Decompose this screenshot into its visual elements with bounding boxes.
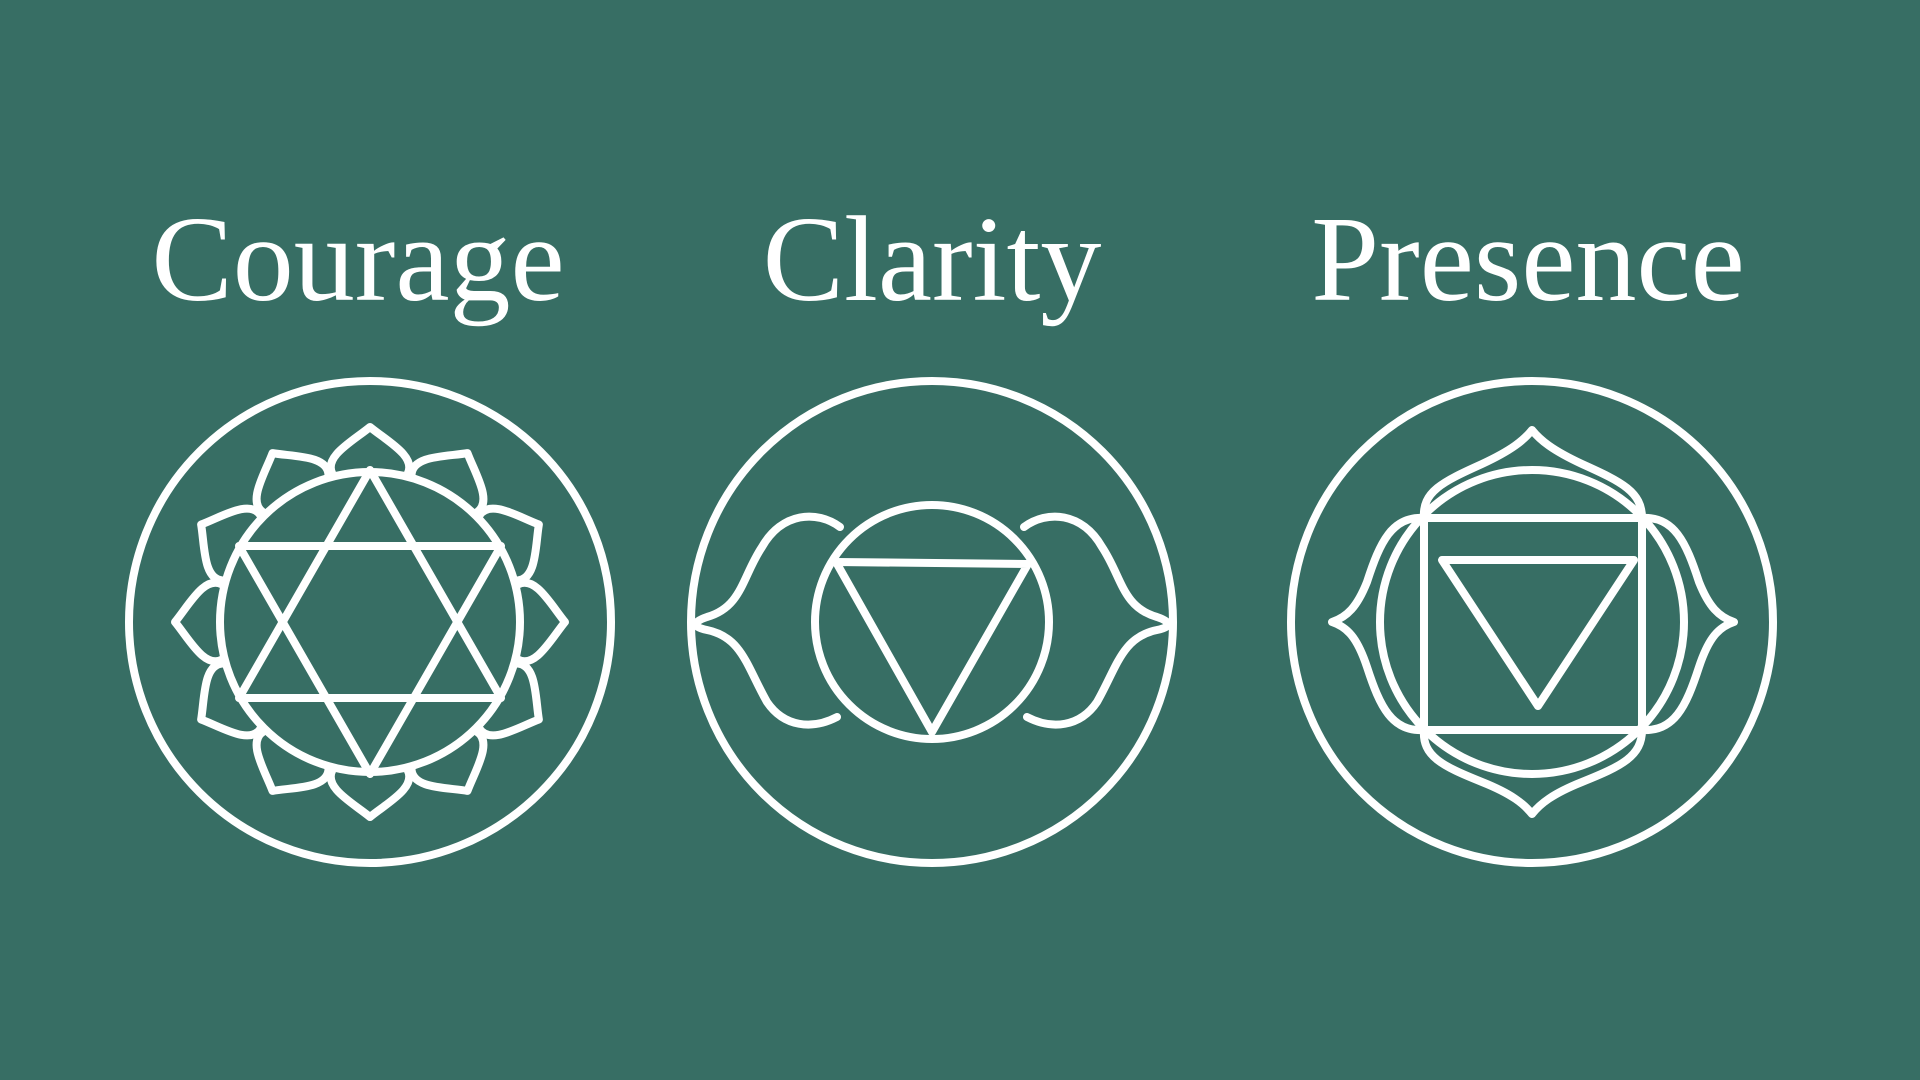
lotus-petal xyxy=(171,578,226,666)
label-clarity: Clarity xyxy=(762,192,1102,327)
label-courage: Courage xyxy=(151,192,565,327)
third-eye-chakra-icon xyxy=(687,377,1177,867)
lotus-petal xyxy=(514,578,569,666)
label-presence: Presence xyxy=(1311,192,1745,327)
heart-chakra-icon xyxy=(125,377,615,867)
root-chakra-icon xyxy=(1287,377,1777,867)
